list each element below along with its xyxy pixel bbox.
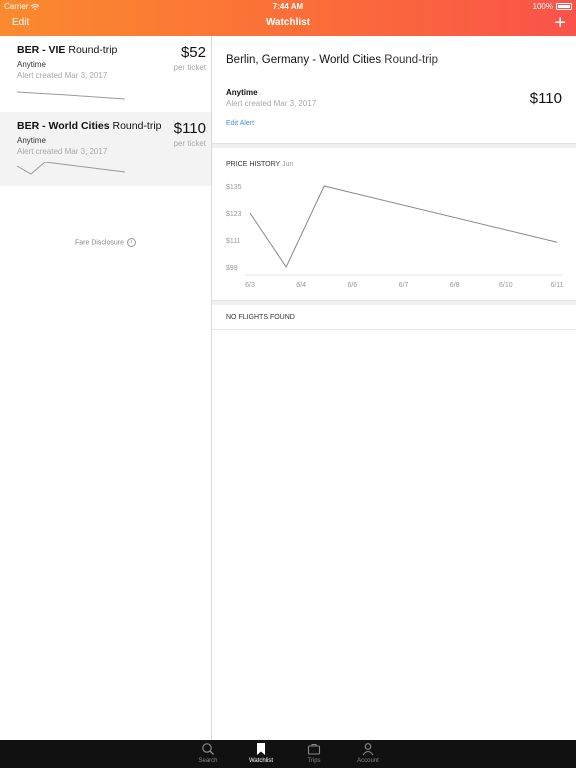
bookmark-icon (257, 743, 265, 755)
battery-percent: 100% (532, 2, 553, 11)
price-history-heading: PRICE HISTORY Jun (226, 161, 293, 168)
x-tick-label: 6/8 (450, 282, 460, 289)
detail-panel: Berlin, Germany - World Cities Round-tri… (212, 36, 576, 740)
created-label: Alert created Mar 3, 2017 (17, 71, 108, 80)
fare-disclosure-link[interactable]: Fare Disclosure i (0, 238, 211, 247)
detail-title: Berlin, Germany - World Cities Round-tri… (226, 54, 438, 66)
tab-label: Account (357, 758, 379, 764)
header: Carrier 7:44 AM 100% Edit Watchlist + (0, 0, 576, 36)
detail-trip-type: Round-trip (384, 54, 438, 66)
sparkline-line (17, 91, 126, 100)
section-separator (212, 143, 576, 148)
person-icon (362, 743, 374, 756)
x-tick-label: 6/6 (347, 282, 357, 289)
tab-account[interactable]: Account (348, 742, 388, 764)
watchlist-item-title: BER - VIE Round-trip (17, 44, 206, 56)
price-label: $52 (180, 44, 206, 61)
page-title: Watchlist (265, 17, 311, 28)
no-flights-label: NO FLIGHTS FOUND (226, 314, 295, 321)
add-alert-button[interactable]: + (554, 12, 566, 34)
price-series-line (249, 185, 558, 269)
x-tick-label: 6/11 (550, 282, 563, 289)
tab-watchlist[interactable]: Watchlist (241, 742, 281, 764)
x-tick-label: 6/7 (399, 282, 409, 289)
y-tick-label: $99 (226, 265, 238, 272)
detail-when: Anytime (226, 88, 258, 97)
watchlist-item-ber-vie[interactable]: BER - VIE Round-trip Anytime Alert creat… (0, 36, 211, 110)
route-label: BER - World Cities (17, 120, 110, 132)
x-tick-label: 6/10 (499, 282, 513, 289)
tab-label: Watchlist (248, 758, 274, 764)
x-tick-label: 6/3 (245, 282, 255, 289)
detail-price: $110 (529, 90, 562, 107)
search-icon (202, 743, 214, 755)
tab-search[interactable]: Search (188, 742, 228, 764)
price-label: $110 (173, 120, 206, 137)
y-tick-label: $135 (226, 184, 242, 191)
detail-created: Alert created Mar 3, 2017 (226, 99, 317, 108)
fare-disclosure-label: Fare Disclosure (74, 239, 124, 247)
tab-label: Search (198, 758, 218, 764)
status-bar: Carrier 7:44 AM 100% (0, 0, 576, 12)
sparkline (17, 162, 126, 175)
nav-bar: Edit Watchlist + (0, 12, 576, 36)
tab-trips[interactable]: Trips (294, 742, 334, 764)
battery-icon (556, 3, 572, 10)
watchlist-panel: BER - VIE Round-trip Anytime Alert creat… (0, 36, 211, 740)
y-tick-label: $111 (226, 238, 241, 245)
per-ticket-label: per ticket (173, 139, 206, 148)
divider (212, 329, 576, 330)
price-history-month: Jun (282, 161, 294, 168)
detail-route: Berlin, Germany - World Cities (226, 54, 382, 66)
briefcase-icon (307, 743, 321, 755)
sparkline-line (17, 162, 126, 175)
section-separator (212, 300, 576, 305)
trip-type-label: Round-trip (68, 44, 118, 56)
info-icon: i (127, 238, 136, 247)
route-label: BER - VIE (17, 44, 66, 56)
x-tick-label: 6/4 (296, 282, 306, 289)
status-right: 100% (533, 2, 572, 11)
price-history-label: PRICE HISTORY (226, 161, 281, 168)
tab-label: Trips (307, 758, 321, 764)
tab-bar: Search Watchlist Trips Account (0, 740, 576, 768)
status-time: 7:44 AM (272, 2, 304, 11)
sparkline (17, 91, 126, 100)
per-ticket-label: per ticket (173, 63, 206, 72)
price-history-chart: $135 $123 $111 $99 6/3 6/4 6/6 6/7 6/8 6/10 6/11 (226, 184, 564, 289)
trip-type-label: Round-trip (112, 120, 162, 132)
watchlist-item-ber-world[interactable]: BER - World Cities Round-trip Anytime Al… (0, 112, 211, 186)
edit-alert-link[interactable]: Edit Alert (226, 120, 254, 127)
created-label: Alert created Mar 3, 2017 (17, 147, 108, 156)
y-tick-label: $123 (226, 211, 242, 218)
